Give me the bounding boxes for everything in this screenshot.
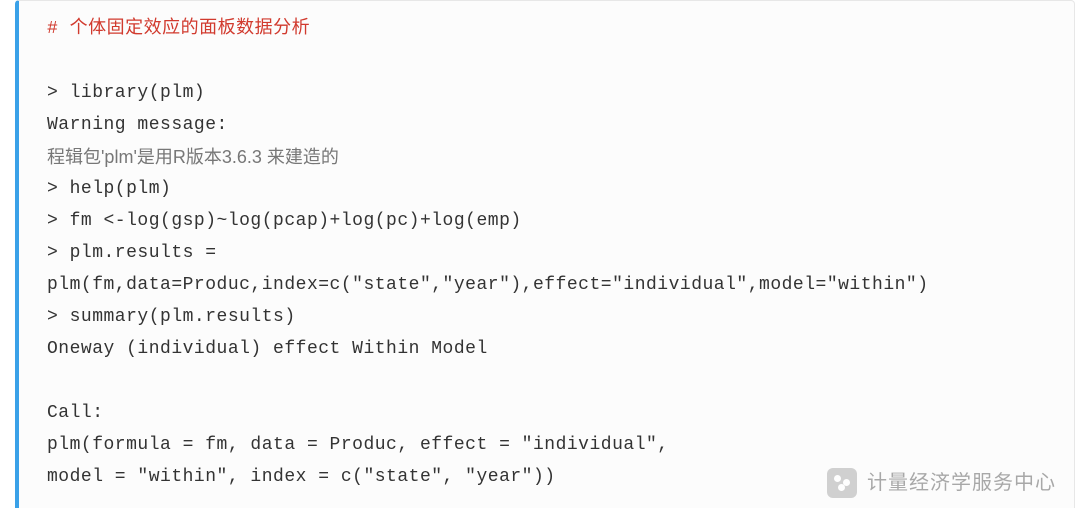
code-line: > fm <-log(gsp)~log(pcap)+log(pc)+log(em… — [47, 205, 1054, 237]
code-comment: # 个体固定效应的面板数据分析 — [47, 13, 1054, 45]
code-line: Call: — [47, 397, 1054, 429]
code-line: Oneway (individual) effect Within Model — [47, 333, 1054, 365]
code-line: Warning message: — [47, 109, 1054, 141]
code-line-warning: 程辑包'plm'是用R版本3.6.3 来建造的 — [47, 141, 1054, 173]
watermark: 计量经济学服务中心 — [827, 467, 1056, 499]
code-line: plm(formula = fm, data = Produc, effect … — [47, 429, 1054, 461]
blank-line — [47, 45, 1054, 77]
wechat-icon — [827, 468, 857, 498]
blank-line — [47, 365, 1054, 397]
code-block: # 个体固定效应的面板数据分析 > library(plm) Warning m… — [15, 0, 1075, 508]
code-line: > help(plm) — [47, 173, 1054, 205]
code-line: > library(plm) — [47, 77, 1054, 109]
code-line: > summary(plm.results) — [47, 301, 1054, 333]
code-line: plm(fm,data=Produc,index=c("state","year… — [47, 269, 1054, 301]
watermark-text: 计量经济学服务中心 — [867, 467, 1056, 499]
code-line: > plm.results = — [47, 237, 1054, 269]
